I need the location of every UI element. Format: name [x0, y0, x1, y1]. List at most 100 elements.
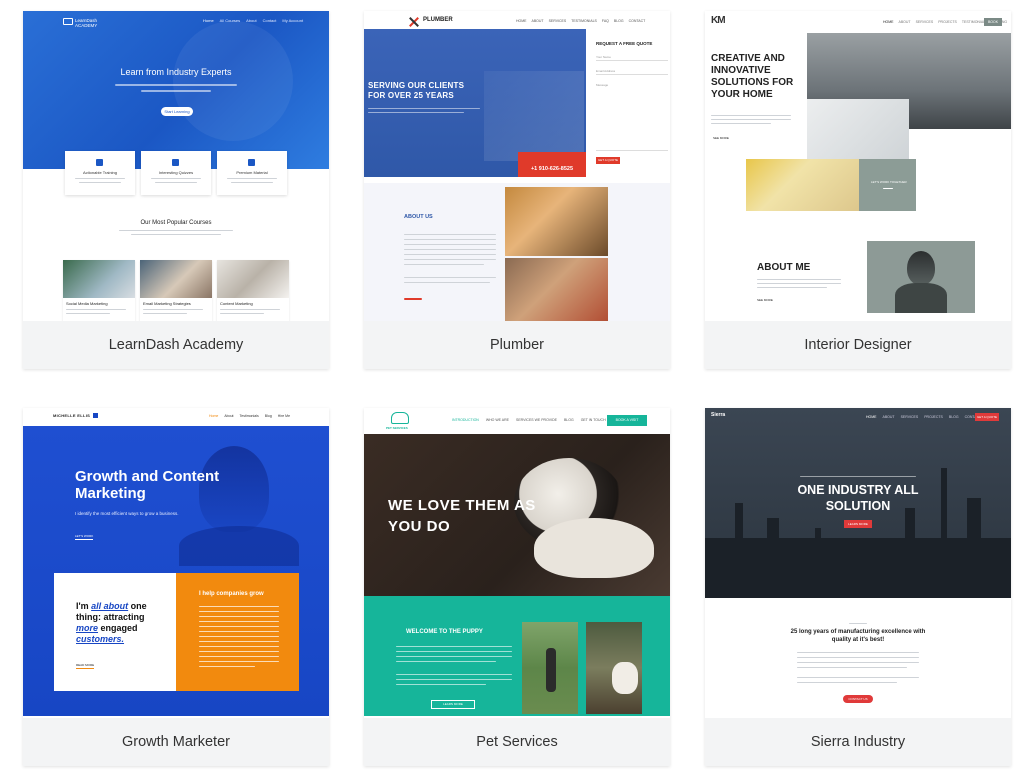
- nav-item[interactable]: GET IN TOUCH: [581, 418, 606, 423]
- template-card-interior-designer[interactable]: KM HOME ABOUT SERVICES PROJECTS TESTIMON…: [705, 11, 1011, 369]
- template-card-growth-marketer[interactable]: MICHELLE ELLIS Home About Testimonials B…: [23, 408, 329, 766]
- template-caption[interactable]: Interior Designer: [705, 321, 1011, 369]
- about-link[interactable]: [404, 298, 422, 300]
- about-text-line: [757, 279, 841, 280]
- course-card[interactable]: Content Marketing: [217, 260, 289, 321]
- about-title: ABOUT US: [404, 214, 433, 220]
- section-text-line: [797, 667, 907, 668]
- nav-item[interactable]: About: [224, 414, 233, 419]
- template-caption[interactable]: Sierra Industry: [705, 718, 1011, 766]
- template-preview[interactable]: Sierra HOME ABOUT SERVICES PROJECTS BLOG…: [705, 408, 1011, 718]
- nav-item[interactable]: PROJECTS: [938, 20, 957, 25]
- feature-text-line: [151, 178, 201, 179]
- about-text-line: [404, 239, 496, 240]
- quote-message-input[interactable]: Message: [596, 81, 668, 151]
- work-together-box[interactable]: LET'S WORK TOGETHER: [859, 159, 916, 211]
- read-more-link[interactable]: SEE MORE: [757, 298, 773, 303]
- nav-item[interactable]: BLOG: [949, 415, 959, 420]
- nav-item[interactable]: My Account: [282, 18, 303, 23]
- logo-icon: [63, 18, 73, 25]
- nav-item[interactable]: PROJECTS: [924, 415, 943, 420]
- phone-box[interactable]: +1 910-626-8525: [518, 152, 586, 177]
- template-preview[interactable]: KM HOME ABOUT SERVICES PROJECTS TESTIMON…: [705, 11, 1011, 321]
- nav-item[interactable]: ABOUT: [883, 415, 895, 420]
- nav-item[interactable]: All Courses: [220, 18, 240, 23]
- orange-text-line: [199, 641, 279, 642]
- template-caption[interactable]: Pet Services: [364, 718, 670, 766]
- site-logo: MICHELLE ELLIS: [53, 413, 91, 418]
- orange-text-line: [199, 631, 279, 632]
- feature-title: Premium Material: [236, 170, 268, 175]
- feature-text-line: [227, 178, 277, 179]
- nav-item[interactable]: SERVICES: [901, 415, 919, 420]
- nav-item[interactable]: SERVICES: [549, 19, 567, 24]
- pet-logo-icon: [391, 412, 409, 424]
- nav-item[interactable]: INTRODUCTION: [452, 418, 479, 423]
- book-visit-button[interactable]: BOOK A VISIT: [607, 415, 647, 426]
- section-text-line: [797, 677, 919, 678]
- template-preview[interactable]: PET SERVICES INTRODUCTION WHO WE ARE SER…: [364, 408, 670, 718]
- lets-work-link[interactable]: LET'S WORK: [75, 534, 94, 540]
- feature-icon: [96, 159, 103, 166]
- template-card-sierra-industry[interactable]: Sierra HOME ABOUT SERVICES PROJECTS BLOG…: [705, 408, 1011, 766]
- section-text-line: [797, 652, 919, 653]
- nav-item[interactable]: BLOG: [564, 418, 574, 423]
- template-caption[interactable]: LearnDash Academy: [23, 321, 329, 369]
- course-text-line: [66, 309, 126, 310]
- nav-item[interactable]: SERVICES: [916, 20, 934, 25]
- learn-more-button[interactable]: LEARN MORE: [844, 520, 872, 528]
- nav-item[interactable]: HOME: [883, 20, 894, 25]
- nav-item[interactable]: TESTIMONIALS: [571, 19, 597, 24]
- walking-dog-photo: [522, 622, 578, 714]
- template-preview[interactable]: LearnDash ACADEMY Home All Courses About…: [23, 11, 329, 321]
- about-text-line: [757, 287, 827, 288]
- get-quote-button[interactable]: GET A QUOTE: [596, 157, 620, 164]
- nav-item[interactable]: About: [246, 18, 256, 23]
- read-more-link[interactable]: READ MORE: [76, 663, 95, 669]
- get-quote-button[interactable]: GET A QUOTE: [975, 413, 999, 421]
- nav-item[interactable]: CONTACT: [629, 19, 646, 24]
- nav-item[interactable]: Hire Me: [278, 414, 290, 419]
- nav-item[interactable]: ABOUT: [532, 19, 544, 24]
- nav-item[interactable]: FAQ: [602, 19, 609, 24]
- welcome-text-line: [396, 684, 486, 685]
- nav-item[interactable]: BLOG: [614, 19, 624, 24]
- quote-name-input[interactable]: Your Name: [596, 53, 668, 61]
- hero-title: WE LOVE THEM AS YOU DO: [388, 497, 536, 535]
- orange-text-line: [199, 616, 279, 617]
- template-preview[interactable]: PLUMBER HOME ABOUT SERVICES TESTIMONIALS…: [364, 11, 670, 321]
- course-card[interactable]: Social Media Marketing: [63, 260, 135, 321]
- nav-item[interactable]: Testimonials: [240, 414, 259, 419]
- nav-item[interactable]: Blog: [265, 414, 272, 419]
- orange-text-line: [199, 661, 279, 662]
- nav-item[interactable]: SERVICES WE PROVIDE: [516, 418, 557, 423]
- orange-text-line: [199, 626, 279, 627]
- nav-item[interactable]: Home: [203, 18, 214, 23]
- template-preview[interactable]: MICHELLE ELLIS Home About Testimonials B…: [23, 408, 329, 718]
- nav-item[interactable]: ABOUT: [899, 20, 911, 25]
- learn-more-button[interactable]: LEARN MORE: [431, 700, 475, 709]
- template-card-plumber[interactable]: PLUMBER HOME ABOUT SERVICES TESTIMONIALS…: [364, 11, 670, 369]
- about-text-line: [757, 283, 841, 284]
- template-caption[interactable]: Growth Marketer: [23, 718, 329, 766]
- welcome-text-line: [396, 656, 512, 657]
- nav-item[interactable]: HOME: [866, 415, 877, 420]
- nav-item[interactable]: Home: [209, 414, 218, 419]
- start-learning-button[interactable]: Start Learning: [161, 107, 193, 116]
- see-more-link[interactable]: SEE MORE: [713, 136, 729, 141]
- nav-item[interactable]: Contact: [263, 18, 277, 23]
- refinery-tower: [815, 528, 821, 598]
- nav-item[interactable]: HOME: [516, 19, 527, 24]
- template-card-pet-services[interactable]: PET SERVICES INTRODUCTION WHO WE ARE SER…: [364, 408, 670, 766]
- site-logo: Sierra: [711, 412, 726, 418]
- nav-item[interactable]: WHO WE ARE: [486, 418, 509, 423]
- template-caption[interactable]: Plumber: [364, 321, 670, 369]
- refinery-tower: [905, 508, 915, 598]
- contact-us-button[interactable]: CONTACT US: [843, 695, 873, 703]
- quote-email-input[interactable]: Email Address: [596, 67, 668, 75]
- template-card-learndash-academy[interactable]: LearnDash ACADEMY Home All Courses About…: [23, 11, 329, 369]
- course-card[interactable]: Email Marketing Strategies: [140, 260, 212, 321]
- book-button[interactable]: BOOK: [984, 18, 1002, 26]
- orange-box: I help companies grow: [176, 573, 299, 691]
- section-title: 25 long years of manufacturing excellenc…: [790, 629, 926, 643]
